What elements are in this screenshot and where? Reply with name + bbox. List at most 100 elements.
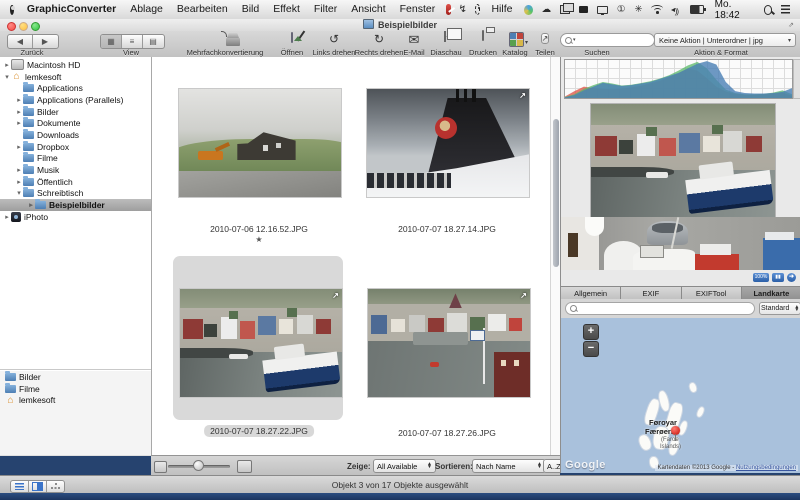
- sidebar-item-filme[interactable]: Filme: [0, 153, 151, 165]
- terms-link[interactable]: Nutzungsbedingungen: [736, 465, 796, 471]
- email-button[interactable]: ✉: [405, 32, 423, 48]
- map-zoom-in-button[interactable]: +: [583, 324, 599, 340]
- spotlight-icon[interactable]: [764, 5, 773, 15]
- view-mode-control[interactable]: ▦ ≡ ▤: [100, 34, 165, 49]
- spaces-icon[interactable]: [560, 5, 570, 14]
- keyboard-brightness-icon[interactable]: ✳: [634, 0, 642, 19]
- proxy-icon[interactable]: [363, 19, 374, 29]
- disclosure-icon[interactable]: ▸: [15, 143, 23, 151]
- apple-menu-icon[interactable]: [10, 5, 14, 15]
- sidebar-item-oeffentlich[interactable]: ▸Öffentlich: [0, 176, 151, 188]
- view-list-icon[interactable]: ≡: [122, 35, 143, 48]
- volume-icon[interactable]: [671, 5, 681, 14]
- fullscreen-icon[interactable]: ⇗: [788, 21, 794, 29]
- display-dark-icon[interactable]: [579, 6, 588, 13]
- notification-center-icon[interactable]: [781, 5, 790, 14]
- lightning-icon[interactable]: ↯: [459, 4, 467, 15]
- sortieren-popup[interactable]: Nach Name ▲▼: [472, 459, 546, 473]
- menu-app[interactable]: GraphicConverter: [20, 0, 123, 19]
- thumbnail-image-2[interactable]: ↗: [366, 88, 530, 198]
- info-badge[interactable]: ➜: [787, 273, 796, 282]
- catalog-button[interactable]: ▾: [506, 32, 526, 47]
- menu-ablage[interactable]: Ablage: [123, 0, 170, 19]
- print-button[interactable]: [474, 31, 492, 40]
- menu-fenster[interactable]: Fenster: [393, 0, 443, 19]
- thumbnail-image-1[interactable]: [178, 88, 342, 198]
- disclosure-icon[interactable]: ▾: [15, 189, 23, 197]
- sidebar-item-dokumente[interactable]: ▸Dokumente: [0, 117, 151, 129]
- forward-icon[interactable]: ▶: [33, 35, 57, 48]
- star-rating-icon[interactable]: ★: [255, 235, 262, 244]
- gc-script-icon[interactable]: [446, 4, 450, 15]
- sidebar-item-bilder[interactable]: ▸Bilder: [0, 106, 151, 118]
- menu-clock[interactable]: Mo. 18:42: [709, 0, 759, 21]
- sidebar-item-musik[interactable]: ▸Musik: [0, 164, 151, 176]
- menu-bearbeiten[interactable]: Bearbeiten: [170, 0, 235, 19]
- back-forward-control[interactable]: ◀ ▶: [7, 34, 59, 49]
- slideshow-button[interactable]: ▾: [437, 32, 457, 41]
- view-grid-icon[interactable]: ▦: [101, 35, 122, 48]
- sidebar-item-macintosh-hd[interactable]: ▸Macintosh HD: [0, 59, 151, 71]
- sync-status-icon[interactable]: [524, 5, 533, 15]
- sidebar-item-applications-parallels[interactable]: ▸Applications (Parallels): [0, 94, 151, 106]
- disclosure-icon[interactable]: ▸: [15, 119, 23, 127]
- disclosure-icon[interactable]: ▸: [3, 61, 11, 69]
- sidebar-item-iphoto[interactable]: ▸iPhoto: [0, 211, 151, 223]
- search-input[interactable]: ▾: [560, 33, 655, 47]
- gear-menu-icon[interactable]: [475, 4, 481, 15]
- sidebar-item-applications[interactable]: Applications: [0, 82, 151, 94]
- action-format-popup[interactable]: Keine Aktion | Unterordner | jpg ▾: [654, 33, 796, 47]
- map-search-input[interactable]: [565, 302, 755, 315]
- sidebar-item-schreibtisch[interactable]: ▾Schreibtisch: [0, 188, 151, 200]
- share-button[interactable]: ↗: [535, 33, 555, 44]
- rotate-left-button[interactable]: ↺: [325, 32, 343, 46]
- thumbnail-size-large-icon[interactable]: [237, 460, 252, 473]
- view-film-icon[interactable]: ▤: [143, 35, 163, 48]
- info-panel: 100% ▮▮ ➜ Allgemein EXIF EXIFTool Landka…: [560, 57, 800, 473]
- favorite-item-filme[interactable]: Filme: [0, 383, 151, 395]
- thumbnail-size-small-icon[interactable]: [154, 461, 167, 473]
- zoom-level-badge[interactable]: 100%: [753, 273, 769, 282]
- wifi-icon[interactable]: [651, 5, 661, 14]
- expand-icon[interactable]: ↗: [520, 291, 527, 300]
- window-title-bar[interactable]: Beispielbilder ⇗: [0, 19, 800, 31]
- scrollbar-thumb[interactable]: [553, 119, 559, 267]
- map-pin-icon[interactable]: [671, 426, 680, 435]
- thumbnail-image-4[interactable]: ↗: [367, 288, 531, 398]
- thumbnail-image-3[interactable]: ↗: [179, 288, 343, 398]
- menu-effekt[interactable]: Effekt: [266, 0, 307, 19]
- cloud-icon[interactable]: ☁: [542, 0, 552, 19]
- menu-filter[interactable]: Filter: [307, 0, 344, 19]
- open-button[interactable]: [283, 33, 301, 42]
- favorite-item-lemkesoft[interactable]: ⌂lemkesoft: [0, 394, 151, 406]
- sidebar-item-dropbox[interactable]: ▸Dropbox: [0, 141, 151, 153]
- display-icon[interactable]: [597, 6, 608, 14]
- expand-icon[interactable]: ↗: [332, 291, 339, 300]
- disclosure-icon[interactable]: ▸: [27, 201, 35, 209]
- menu-ansicht[interactable]: Ansicht: [344, 0, 392, 19]
- rotate-right-button[interactable]: ↻: [370, 32, 388, 46]
- slider-knob[interactable]: [193, 460, 204, 471]
- disclosure-icon[interactable]: ▸: [15, 178, 23, 186]
- sidebar-item-downloads[interactable]: Downloads: [0, 129, 151, 141]
- sidebar-item-beispielbilder[interactable]: ▸Beispielbilder: [0, 199, 151, 211]
- favorite-item-bilder[interactable]: Bilder: [0, 371, 151, 383]
- expand-icon[interactable]: ↗: [519, 91, 526, 100]
- timer-icon[interactable]: ①: [617, 0, 626, 19]
- disclosure-icon[interactable]: ▾: [3, 73, 11, 81]
- menu-hilfe[interactable]: Hilfe: [484, 0, 519, 19]
- map[interactable]: + − Føroyar Færøerne (Faroe Islands) Goo…: [561, 318, 800, 473]
- histogram-badge[interactable]: ▮▮: [772, 273, 784, 282]
- back-icon[interactable]: ◀: [8, 35, 33, 48]
- map-zoom-out-button[interactable]: −: [583, 341, 599, 357]
- disclosure-icon[interactable]: ▸: [3, 213, 11, 221]
- battery-icon[interactable]: [690, 5, 704, 14]
- disclosure-icon[interactable]: ▸: [15, 166, 23, 174]
- menu-bild[interactable]: Bild: [235, 0, 267, 19]
- disclosure-icon[interactable]: ▸: [15, 96, 23, 104]
- panel-scrollbar[interactable]: [793, 59, 800, 99]
- disclosure-icon[interactable]: ▸: [15, 108, 23, 116]
- zeige-popup[interactable]: All Available ▲▼: [373, 459, 436, 473]
- sidebar-item-lemkesoft[interactable]: ▾⌂lemkesoft: [0, 71, 151, 83]
- map-style-popup[interactable]: Standard ▲▼: [759, 302, 800, 315]
